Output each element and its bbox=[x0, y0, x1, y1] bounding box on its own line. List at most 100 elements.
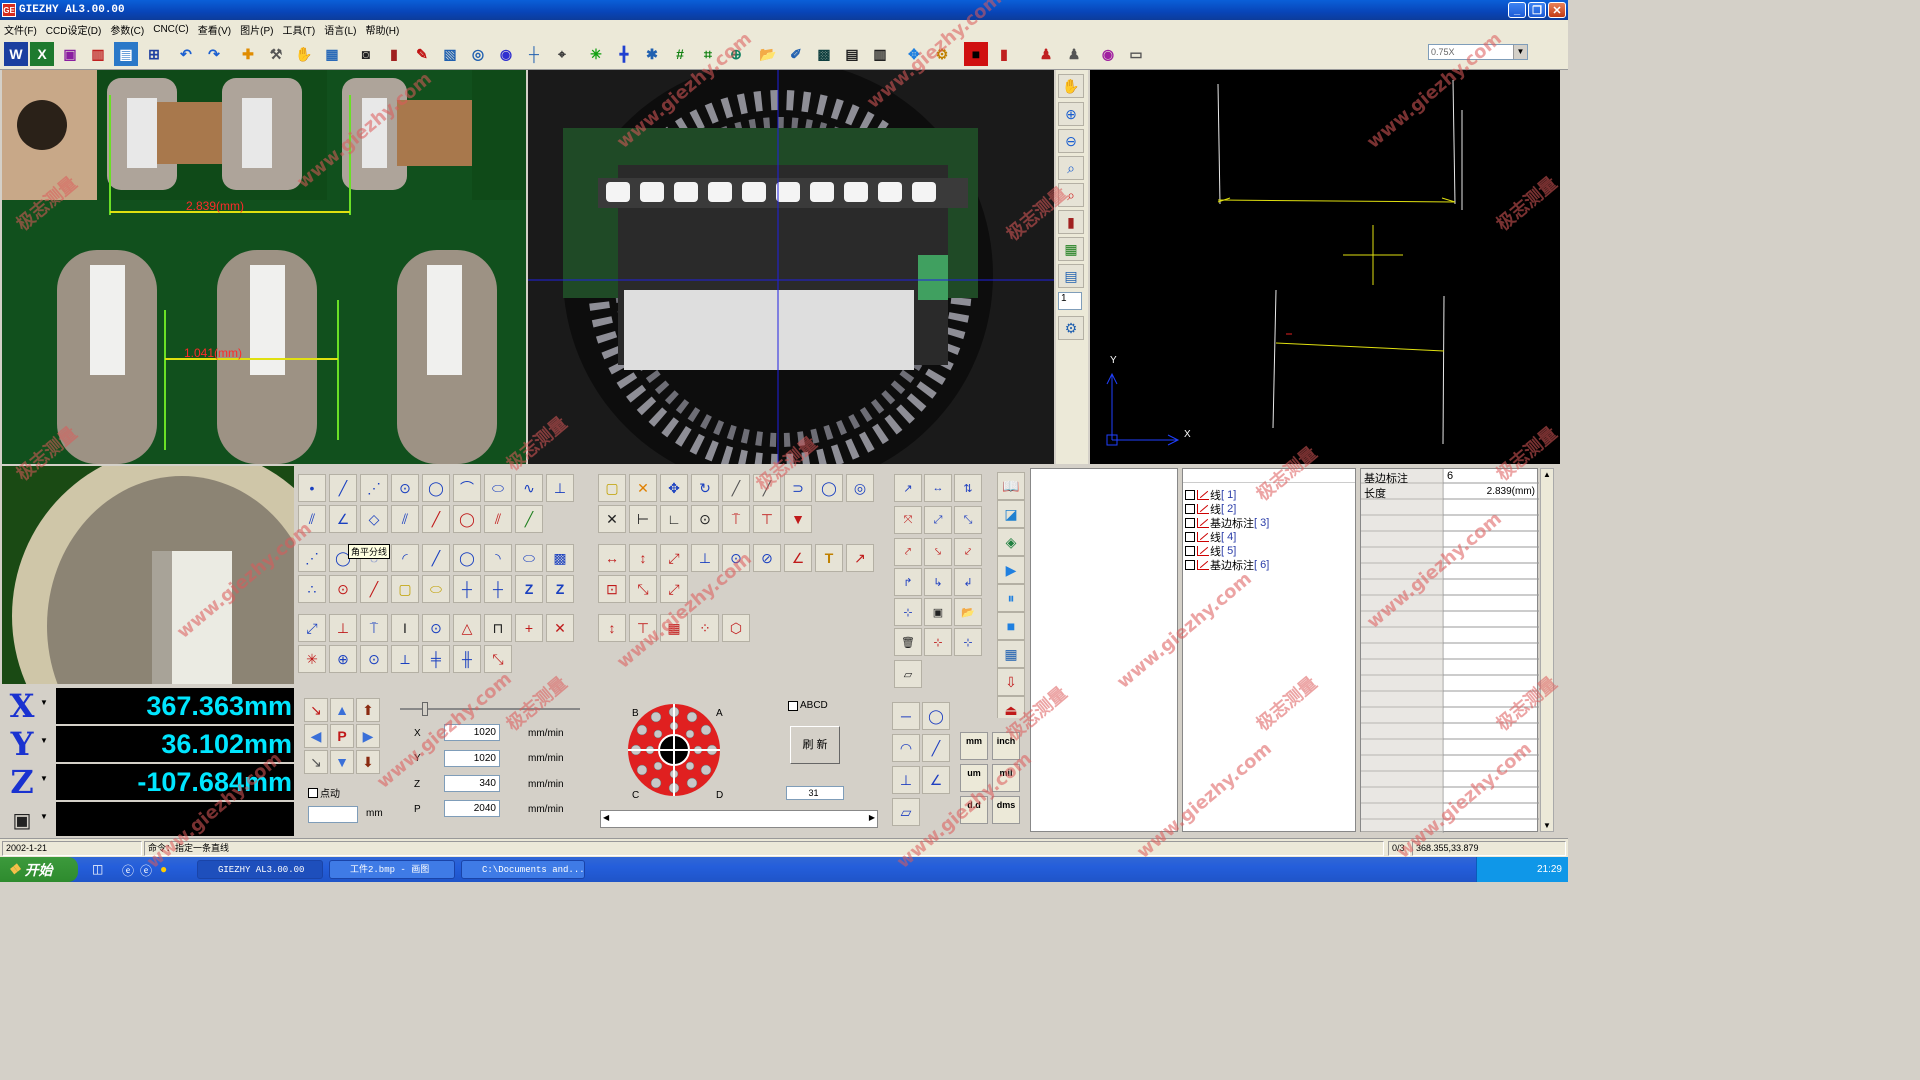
chevron-down-icon[interactable]: ▼ bbox=[40, 698, 48, 707]
step-input[interactable]: 1 bbox=[1058, 292, 1082, 310]
coord-save-icon[interactable]: ▣ bbox=[924, 598, 952, 626]
height-icon[interactable]: ⊥ bbox=[329, 614, 357, 642]
camera-view[interactable] bbox=[528, 70, 1054, 464]
pan-hand-icon[interactable]: ✋ bbox=[1058, 74, 1084, 98]
item-checkbox[interactable] bbox=[1185, 518, 1195, 528]
probe-tip-icon[interactable]: ▼ bbox=[784, 505, 812, 533]
tol2-icon[interactable]: ⤡ bbox=[629, 575, 657, 603]
table-scrollbar[interactable]: ▲ ▼ bbox=[1540, 468, 1554, 832]
coord-a-icon[interactable]: ⤤ bbox=[894, 538, 922, 566]
save-icon[interactable]: ▣ bbox=[58, 42, 82, 66]
jog-down-icon[interactable]: ▼ bbox=[330, 750, 354, 774]
item-checkbox[interactable] bbox=[1185, 504, 1195, 514]
joystick2-icon[interactable]: ♟ bbox=[1062, 42, 1086, 66]
circle3-icon[interactable]: ◯ bbox=[453, 544, 481, 572]
unit-dms-button[interactable]: dms bbox=[992, 796, 1020, 824]
coord-set3-icon[interactable]: ⤡ bbox=[954, 506, 982, 534]
crosshair-icon[interactable]: ✚ bbox=[236, 42, 260, 66]
settings-icon[interactable]: ⚙ bbox=[1058, 316, 1084, 340]
target-icon[interactable]: ◎ bbox=[466, 42, 490, 66]
center-icon[interactable]: ⊙ bbox=[329, 575, 357, 603]
curve-icon[interactable]: ∿ bbox=[515, 474, 543, 502]
item-checkbox[interactable] bbox=[1185, 560, 1195, 570]
diamond-icon[interactable]: ◇ bbox=[360, 505, 388, 533]
rect-icon[interactable]: ▢ bbox=[391, 575, 419, 603]
move-icon[interactable]: ✥ bbox=[902, 42, 926, 66]
parallel-icon[interactable]: ⫽ bbox=[298, 505, 326, 533]
scroll-up-icon[interactable]: ▲ bbox=[1543, 470, 1551, 479]
cross-dot-icon[interactable]: ┼ bbox=[484, 575, 512, 603]
pattern-icon[interactable]: ▩ bbox=[546, 544, 574, 572]
target-icon[interactable]: ⊕ bbox=[329, 645, 357, 673]
speed-p-input[interactable]: 2040 bbox=[444, 800, 500, 817]
element-list[interactable]: 线[ 1] 线[ 2] 基边标注[ 3] 线[ 4] 线[ 5] 基边标注[ 6… bbox=[1182, 468, 1356, 832]
coord-set2-icon[interactable]: ⤢ bbox=[924, 506, 952, 534]
chevron-down-icon[interactable]: ▼ bbox=[40, 736, 48, 745]
pcb-image-view[interactable]: 2.839(mm) 1.041(mm) bbox=[2, 70, 526, 464]
scroll-right-icon[interactable]: ▶ bbox=[869, 813, 875, 822]
angle-icon[interactable]: ∠ bbox=[329, 505, 357, 533]
fence-icon[interactable]: ╪ bbox=[422, 645, 450, 673]
line-red-icon[interactable]: ╱ bbox=[422, 505, 450, 533]
menu-picture[interactable]: 图片(P) bbox=[240, 22, 273, 37]
menu-ccd[interactable]: CCD设定(D) bbox=[46, 22, 102, 37]
open-folder-icon[interactable]: 📂 bbox=[756, 42, 780, 66]
projector-icon[interactable]: ▭ bbox=[1124, 42, 1148, 66]
undo-icon[interactable]: ↶ bbox=[174, 42, 198, 66]
coord-g-icon[interactable]: ⊹ bbox=[894, 598, 922, 626]
record-icon[interactable]: ◈ bbox=[997, 528, 1025, 556]
zoom-fit-icon[interactable]: ⌕ bbox=[1058, 156, 1084, 180]
menu-params[interactable]: 参数(C) bbox=[110, 22, 144, 37]
diag-measure-icon[interactable]: ⤡ bbox=[484, 645, 512, 673]
zero-lock-icon[interactable]: Z bbox=[515, 575, 543, 603]
edit-icon[interactable]: ✐ bbox=[784, 42, 808, 66]
star-cross-icon[interactable]: ✳ bbox=[584, 42, 608, 66]
ring-light-dial[interactable] bbox=[626, 702, 722, 798]
triangle-icon[interactable]: △ bbox=[453, 614, 481, 642]
image-icon[interactable]: ▧ bbox=[438, 42, 462, 66]
word-export-icon[interactable]: W bbox=[4, 42, 28, 66]
zoom-in-icon[interactable]: ⊕ bbox=[1058, 102, 1084, 126]
book-icon[interactable]: ▮ bbox=[992, 42, 1016, 66]
scroll-left-icon[interactable]: ◀ bbox=[603, 813, 609, 822]
scroll-down-icon[interactable]: ▼ bbox=[1543, 821, 1551, 830]
grid-view-icon[interactable]: ▦ bbox=[1058, 237, 1084, 261]
dim-radius-icon[interactable]: ⊙ bbox=[722, 544, 750, 572]
quicklaunch-media-icon[interactable]: ● bbox=[160, 862, 167, 876]
dim-perp-icon[interactable]: ⊥ bbox=[691, 544, 719, 572]
menu-help[interactable]: 帮助(H) bbox=[365, 22, 399, 37]
pick-icon[interactable]: ⚒ bbox=[264, 42, 288, 66]
coord-xy-icon[interactable]: ∟ bbox=[660, 505, 688, 533]
play-icon[interactable]: ▶ bbox=[997, 556, 1025, 584]
dim-vertical-icon[interactable]: ↕ bbox=[629, 544, 657, 572]
menu-view[interactable]: 查看(V) bbox=[198, 22, 231, 37]
item-checkbox[interactable] bbox=[1185, 546, 1195, 556]
line-green-icon[interactable]: ╱ bbox=[515, 505, 543, 533]
speed-x-input[interactable]: 1020 bbox=[444, 724, 500, 741]
distance-icon[interactable]: ⤢ bbox=[298, 614, 326, 642]
jog-diag-icon[interactable]: ↘ bbox=[304, 698, 328, 722]
layout-icon[interactable]: ▦ bbox=[997, 640, 1025, 668]
graphics-view[interactable]: Y X bbox=[1090, 70, 1560, 464]
circle-icon[interactable]: ◯ bbox=[422, 474, 450, 502]
task-explorer[interactable]: C:\Documents and... bbox=[461, 860, 585, 879]
task-paint[interactable]: 工件2.bmp - 画图 bbox=[329, 860, 455, 879]
refresh-button[interactable]: 刷 新 bbox=[790, 726, 840, 764]
teach-icon[interactable]: ◪ bbox=[997, 500, 1025, 528]
jog-park-icon[interactable]: P bbox=[330, 724, 354, 748]
stop-icon[interactable]: ■ bbox=[997, 612, 1025, 640]
dotted-line-icon[interactable]: ⋰ bbox=[360, 474, 388, 502]
plus-cross-icon[interactable]: ╋ bbox=[612, 42, 636, 66]
circle-dist-icon[interactable]: ⊙ bbox=[422, 614, 450, 642]
shape-diag-icon[interactable]: ╱ bbox=[922, 734, 950, 762]
quicklaunch-ie2-icon[interactable]: ⓔ bbox=[140, 862, 152, 879]
auto-scatter-icon[interactable]: ⁘ bbox=[691, 614, 719, 642]
chevron-down-icon[interactable]: ▼ bbox=[40, 812, 48, 821]
zoom-select[interactable]: 0.75X ▼ bbox=[1428, 44, 1528, 60]
dim-horizontal-icon[interactable]: ↔ bbox=[598, 544, 626, 572]
shape-perp-icon[interactable]: ⊥ bbox=[892, 766, 920, 794]
table-icon[interactable]: ▤ bbox=[840, 42, 864, 66]
menu-language[interactable]: 语言(L) bbox=[324, 22, 356, 37]
speed-slider-thumb[interactable] bbox=[422, 702, 428, 716]
arc-icon[interactable]: ⌒ bbox=[453, 474, 481, 502]
